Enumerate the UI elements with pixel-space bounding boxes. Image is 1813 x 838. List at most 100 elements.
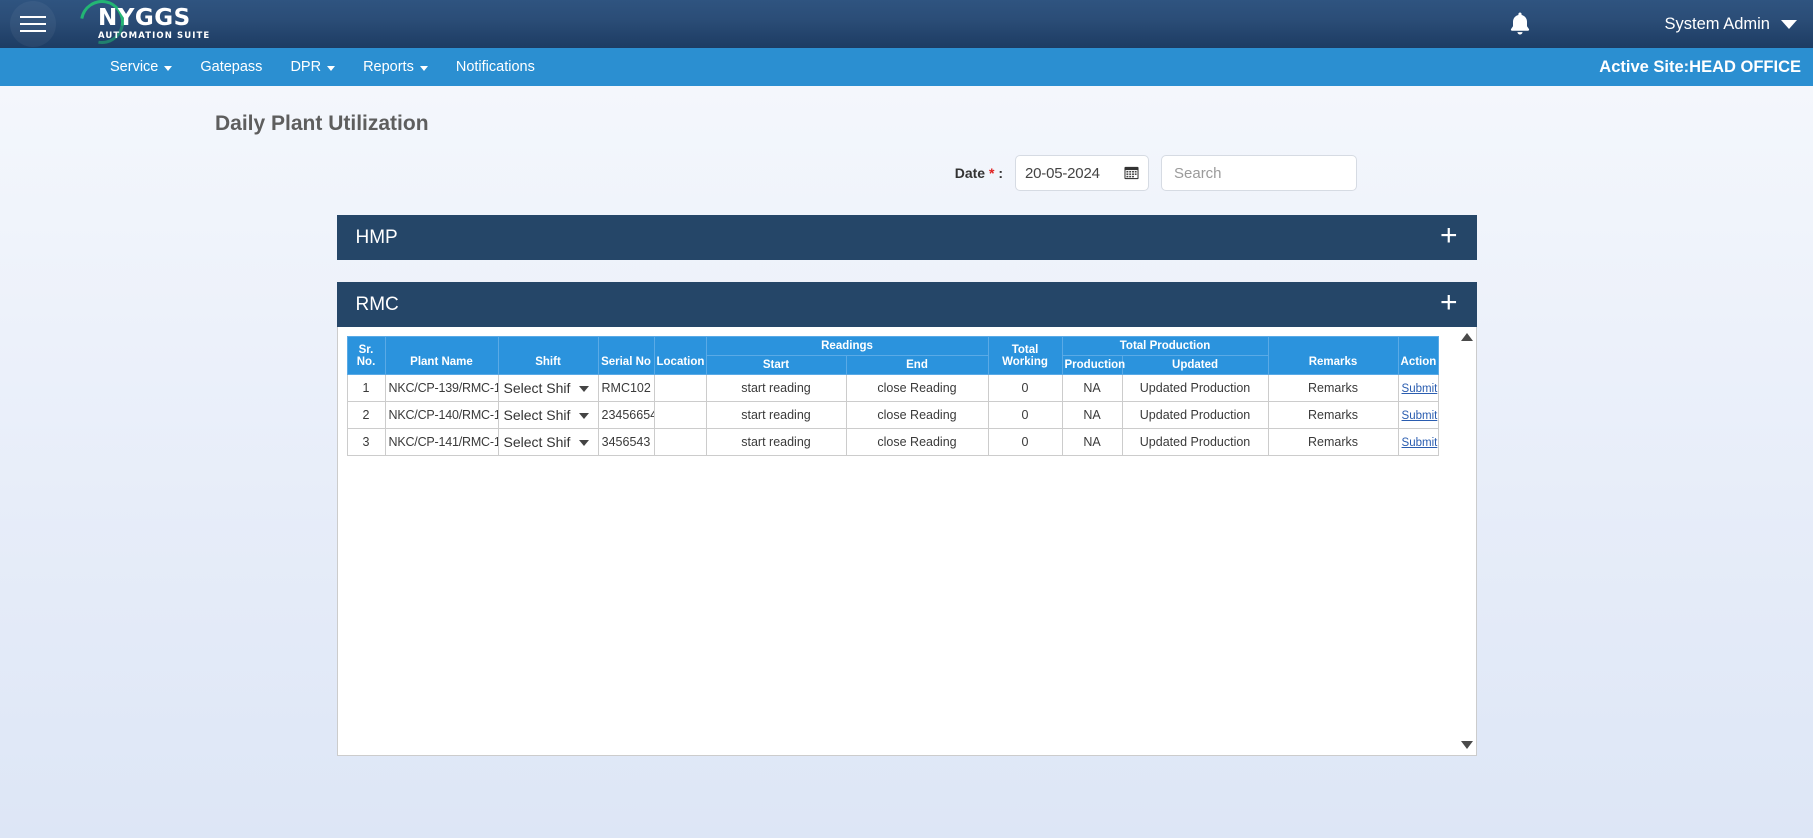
nav-item-gatepass[interactable]: Gatepass bbox=[186, 48, 276, 86]
cell-updated-production[interactable]: Updated Production bbox=[1121, 428, 1269, 456]
cell-start-reading[interactable]: start reading bbox=[705, 374, 847, 402]
cell-total-working: 0 bbox=[987, 428, 1063, 456]
cell-remarks[interactable]: Remarks bbox=[1267, 401, 1399, 429]
vertical-scrollbar[interactable] bbox=[1457, 327, 1476, 755]
col-updated[interactable]: Updated bbox=[1121, 355, 1269, 375]
cell-shift[interactable]: Select Shif bbox=[497, 428, 599, 456]
col-serial-no[interactable]: Serial No bbox=[597, 336, 655, 375]
cell-production: NA bbox=[1061, 374, 1123, 402]
cell-updated-production[interactable]: Updated Production bbox=[1121, 374, 1269, 402]
top-header: NYGGS AUTOMATION SUITE System Admin bbox=[0, 0, 1813, 53]
page-body: Daily Plant Utilization Date * : 20-05-2… bbox=[0, 86, 1813, 838]
hamburger-bar bbox=[20, 23, 46, 25]
shift-select-wrap[interactable]: Select Shif bbox=[501, 430, 595, 454]
logo-main-text: NYGGS bbox=[98, 5, 191, 32]
cell-remarks[interactable]: Remarks bbox=[1267, 374, 1399, 402]
panel-hmp: HMP + bbox=[336, 215, 1477, 260]
submit-link[interactable]: Submit bbox=[1402, 410, 1438, 422]
panel-rmc: RMC + Sr. No. Plant Name Shift Serial No… bbox=[336, 282, 1477, 756]
cell-action[interactable]: Submit bbox=[1397, 428, 1439, 456]
panel-spacer bbox=[0, 260, 1813, 282]
col-remarks[interactable]: Remarks bbox=[1267, 336, 1399, 375]
cell-action[interactable]: Submit bbox=[1397, 401, 1439, 429]
cell-location[interactable] bbox=[653, 428, 707, 456]
nav-items: Service Gatepass DPR Reports Notificatio… bbox=[96, 48, 549, 86]
nav-item-dpr[interactable]: DPR bbox=[276, 48, 349, 86]
cell-remarks[interactable]: Remarks bbox=[1267, 428, 1399, 456]
page-title: Daily Plant Utilization bbox=[215, 112, 429, 135]
nav-label: Gatepass bbox=[200, 59, 263, 75]
cell-serial-no: RMC102 bbox=[597, 374, 655, 402]
cell-end-reading[interactable]: close Reading bbox=[845, 374, 989, 402]
cell-production: NA bbox=[1061, 428, 1123, 456]
col-start[interactable]: Start bbox=[705, 355, 847, 375]
cell-end-reading[interactable]: close Reading bbox=[845, 401, 989, 429]
hamburger-bar bbox=[20, 16, 46, 18]
calendar-icon[interactable] bbox=[1124, 165, 1139, 182]
cell-total-working: 0 bbox=[987, 401, 1063, 429]
cell-plant-name: NKC/CP-139/RMC-102 bbox=[384, 374, 499, 402]
active-site-label: Active Site:HEAD OFFICE bbox=[1599, 57, 1801, 76]
nav-item-notifications[interactable]: Notifications bbox=[442, 48, 549, 86]
nav-label: Reports bbox=[363, 59, 414, 75]
date-label: Date * : bbox=[955, 165, 1003, 181]
cell-sr-no: 2 bbox=[346, 401, 386, 429]
panel-title-rmc: RMC bbox=[355, 293, 399, 315]
nav-item-reports[interactable]: Reports bbox=[349, 48, 442, 86]
cell-start-reading[interactable]: start reading bbox=[705, 401, 847, 429]
panel-header-rmc[interactable]: RMC + bbox=[336, 282, 1477, 327]
triangle-down-icon[interactable] bbox=[1460, 741, 1473, 749]
col-total-working[interactable]: Total Working bbox=[987, 336, 1063, 375]
table-head: Sr. No. Plant Name Shift Serial No Locat… bbox=[346, 336, 1439, 375]
user-name-label: System Admin bbox=[1664, 14, 1770, 33]
cell-serial-no: 3456543 bbox=[597, 428, 655, 456]
plus-icon[interactable]: + bbox=[1440, 288, 1458, 318]
cell-plant-name: NKC/CP-140/RMC-102 bbox=[384, 401, 499, 429]
filter-row: Date * : 20-05-2024 bbox=[0, 155, 1813, 191]
cell-action[interactable]: Submit bbox=[1397, 374, 1439, 402]
bell-icon[interactable] bbox=[1505, 9, 1535, 39]
cell-shift[interactable]: Select Shif bbox=[497, 374, 599, 402]
col-end[interactable]: End bbox=[845, 355, 989, 375]
triangle-up-icon[interactable] bbox=[1460, 333, 1473, 341]
shift-select-wrap[interactable]: Select Shif bbox=[501, 376, 595, 400]
hamburger-icon[interactable] bbox=[10, 1, 56, 47]
col-location[interactable]: Location bbox=[653, 336, 707, 375]
cell-location[interactable] bbox=[653, 374, 707, 402]
cell-location[interactable] bbox=[653, 401, 707, 429]
nav-label: DPR bbox=[290, 59, 322, 75]
user-menu[interactable]: System Admin bbox=[1665, 15, 1797, 34]
nav-item-service[interactable]: Service bbox=[96, 48, 186, 86]
cell-updated-production[interactable]: Updated Production bbox=[1121, 401, 1269, 429]
panel-header-hmp[interactable]: HMP + bbox=[336, 215, 1477, 260]
submit-link[interactable]: Submit bbox=[1402, 437, 1438, 449]
chevron-down-icon bbox=[164, 65, 173, 71]
col-action[interactable]: Action bbox=[1397, 336, 1439, 375]
col-sr-no[interactable]: Sr. No. bbox=[346, 336, 386, 375]
shift-select[interactable]: Select Shif bbox=[501, 430, 595, 454]
col-plant-name[interactable]: Plant Name bbox=[384, 336, 499, 375]
nav-label: Service bbox=[110, 59, 159, 75]
cell-end-reading[interactable]: close Reading bbox=[845, 428, 989, 456]
cell-plant-name: NKC/CP-141/RMC-102 bbox=[384, 428, 499, 456]
shift-select-wrap[interactable]: Select Shif bbox=[501, 403, 595, 427]
cell-start-reading[interactable]: start reading bbox=[705, 428, 847, 456]
shift-select[interactable]: Select Shif bbox=[501, 403, 595, 427]
plant-utilization-table: Sr. No. Plant Name Shift Serial No Locat… bbox=[346, 336, 1439, 456]
plus-icon[interactable]: + bbox=[1440, 221, 1458, 251]
col-group-readings: Readings bbox=[705, 336, 989, 356]
submit-link[interactable]: Submit bbox=[1402, 383, 1438, 395]
header-right-group: System Admin bbox=[1505, 0, 1813, 48]
cell-shift[interactable]: Select Shif bbox=[497, 401, 599, 429]
shift-select[interactable]: Select Shif bbox=[501, 376, 595, 400]
app-logo[interactable]: NYGGS AUTOMATION SUITE bbox=[71, 0, 211, 53]
date-picker[interactable]: 20-05-2024 bbox=[1015, 155, 1149, 191]
col-production[interactable]: Production bbox=[1061, 355, 1125, 375]
nav-label: Notifications bbox=[455, 59, 535, 75]
chevron-down-icon bbox=[1781, 19, 1797, 29]
date-label-colon: : bbox=[998, 165, 1003, 181]
col-shift[interactable]: Shift bbox=[497, 336, 599, 375]
logo-sub-text: AUTOMATION SUITE bbox=[98, 31, 211, 42]
cell-serial-no: 234566543 bbox=[597, 401, 655, 429]
search-input[interactable] bbox=[1161, 155, 1357, 191]
